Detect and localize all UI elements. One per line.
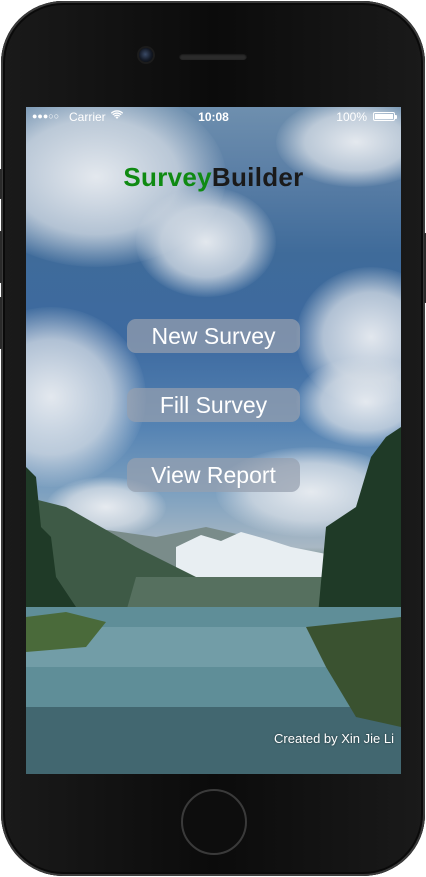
phone-frame: ●●●○○ Carrier 10:08 100% SurveyBuilder N…: [0, 1, 426, 876]
fill-survey-button[interactable]: Fill Survey: [127, 388, 300, 422]
status-bar: ●●●○○ Carrier 10:08 100%: [26, 107, 401, 127]
battery-percent: 100%: [336, 110, 367, 124]
battery-fill: [375, 114, 393, 119]
mountain-landscape: [26, 427, 401, 774]
app-screen: ●●●○○ Carrier 10:08 100% SurveyBuilder N…: [26, 107, 401, 774]
app-title-builder: Builder: [211, 162, 304, 192]
app-title: SurveyBuilder: [26, 162, 401, 193]
volume-up-button: [0, 231, 2, 283]
home-button[interactable]: [181, 789, 247, 855]
background-scenery: [26, 107, 401, 774]
volume-down-button: [0, 297, 2, 349]
earpiece-speaker: [179, 53, 247, 60]
app-title-survey: Survey: [123, 162, 212, 192]
battery-icon: [373, 112, 397, 121]
mute-switch: [0, 169, 2, 199]
credit-text: Created by Xin Jie Li: [274, 731, 394, 746]
new-survey-button[interactable]: New Survey: [127, 319, 300, 353]
front-camera-icon: [139, 48, 153, 62]
view-report-button[interactable]: View Report: [127, 458, 300, 492]
